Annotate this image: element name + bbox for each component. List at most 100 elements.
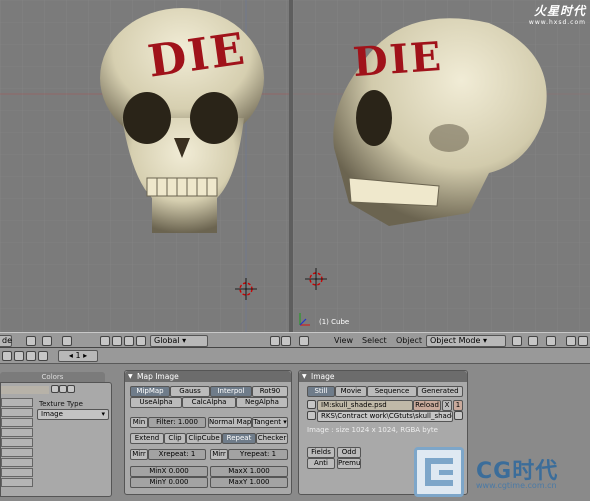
shading-icon[interactable] — [26, 336, 36, 346]
3d-view-header: de Global ▾ View Select Object Object Mo… — [0, 332, 590, 348]
fields-button[interactable]: Fields — [307, 447, 335, 458]
mirror-x-button[interactable]: Mirr — [130, 449, 148, 460]
hand-icon[interactable] — [566, 336, 576, 346]
window-type-icon[interactable] — [299, 336, 309, 346]
orientation-label: Global — [154, 336, 180, 345]
channel-slot[interactable] — [1, 448, 33, 457]
odd-button[interactable]: Odd — [337, 447, 361, 458]
script-icon[interactable] — [26, 351, 36, 361]
watermark-top: 火星时代 www.hxsd.com — [529, 2, 586, 26]
checker-button[interactable]: Checker — [256, 433, 288, 444]
channel-slot[interactable] — [1, 438, 33, 447]
mode-select[interactable]: Object Mode ▾ — [426, 335, 506, 347]
maxy-field[interactable]: MaxY 1.000 — [210, 477, 288, 488]
3d-cursor-icon[interactable] — [235, 278, 257, 300]
frame-field[interactable]: ◂ 1 ▸ — [58, 350, 98, 362]
menu-object[interactable]: Object — [396, 335, 422, 347]
browse-image-icon[interactable] — [307, 400, 316, 409]
viewport-right[interactable]: DIE (1) Cube 火星时代 www.hxsd.com — [293, 0, 590, 332]
lock-icon[interactable] — [270, 336, 280, 346]
reload-button[interactable]: Reload — [413, 400, 441, 411]
mirror-y-button[interactable]: Mirr — [210, 449, 228, 460]
panel-title[interactable]: Map Image — [125, 371, 291, 382]
watermark-url: www.cgtime.com.cn — [476, 481, 557, 490]
translate-icon[interactable] — [578, 336, 588, 346]
yrepeat-field[interactable]: Yrepeat: 1 — [228, 449, 288, 460]
file-browse-icon[interactable] — [307, 411, 316, 420]
image-info-text: Image : size 1024 x 1024, RGBA byte — [307, 426, 438, 434]
watermark-url: www.hxsd.com — [528, 19, 586, 26]
channel-slot[interactable] — [1, 468, 33, 477]
image-name-field[interactable]: IM:skull_shade.psd — [317, 400, 413, 411]
3d-cursor-icon[interactable] — [305, 268, 327, 290]
pivot-icon[interactable] — [42, 336, 52, 346]
menu-select[interactable]: Select — [362, 335, 387, 347]
channel-slot[interactable] — [1, 458, 33, 467]
translate-icon[interactable] — [112, 336, 122, 346]
channel-slot[interactable] — [1, 418, 33, 427]
repeat-button[interactable]: Repeat — [222, 433, 256, 444]
texture-type-select[interactable]: Image ▾ — [37, 409, 109, 420]
fake-user-icon[interactable] — [67, 385, 75, 393]
mode-select-left[interactable]: de — [0, 335, 12, 347]
filter-field[interactable]: Filter: 1.000 — [148, 417, 206, 428]
watermark-bottom: CG时代 www.cgtime.com.cn — [414, 447, 590, 501]
pivot-icon[interactable] — [528, 336, 538, 346]
clipcube-button[interactable]: ClipCube — [186, 433, 222, 444]
extend-button[interactable]: Extend — [130, 433, 164, 444]
channel-slot[interactable] — [1, 398, 33, 407]
minx-field[interactable]: MinX 0.000 — [130, 466, 208, 477]
usealpha-button[interactable]: UseAlpha — [130, 397, 182, 408]
shading-context-icon[interactable] — [38, 351, 48, 361]
user-icon[interactable] — [59, 385, 67, 393]
rotate-icon[interactable] — [124, 336, 134, 346]
gauss-button[interactable]: Gauss — [170, 386, 210, 397]
close-icon[interactable] — [51, 385, 59, 393]
generated-button[interactable]: Generated — [417, 386, 463, 397]
cgtime-logo-icon — [414, 447, 464, 497]
negalpha-button[interactable]: NegAlpha — [236, 397, 288, 408]
interpol-button[interactable]: Interpol — [210, 386, 252, 397]
magnet-icon[interactable] — [546, 336, 556, 346]
camera-icon[interactable] — [281, 336, 291, 346]
premul-button[interactable]: Premul — [337, 458, 361, 469]
channel-slot[interactable] — [1, 408, 33, 417]
scale-icon[interactable] — [136, 336, 146, 346]
movie-button[interactable]: Movie — [335, 386, 367, 397]
texture-name-field[interactable] — [1, 386, 49, 394]
magnet-icon[interactable] — [62, 336, 72, 346]
min-button[interactable]: Min — [130, 417, 148, 428]
maxx-field[interactable]: MaxX 1.000 — [210, 466, 288, 477]
viewport-left[interactable]: DIE — [0, 0, 289, 332]
mipmap-button[interactable]: MipMap — [130, 386, 170, 397]
shading-icon[interactable] — [512, 336, 522, 346]
clip-button[interactable]: Clip — [164, 433, 186, 444]
sequence-button[interactable]: Sequence — [367, 386, 417, 397]
blood-text-side: DIE — [351, 32, 445, 87]
buttons-header: ◂ 1 ▸ — [0, 348, 590, 364]
calcalpha-button[interactable]: CalcAlpha — [182, 397, 236, 408]
anti-button[interactable]: Anti — [307, 458, 335, 469]
panel-title[interactable]: Image — [299, 371, 467, 382]
channel-slot[interactable] — [1, 478, 33, 487]
unlink-image-button[interactable]: X — [442, 400, 452, 411]
normal-space-value: Tangent — [253, 418, 282, 426]
window-type-icon[interactable] — [2, 351, 12, 361]
normal-space-select[interactable]: Tangent ▾ — [252, 417, 288, 428]
rot90-button[interactable]: Rot90 — [252, 386, 288, 397]
still-button[interactable]: Still — [307, 386, 335, 397]
mode-label: Object Mode — [430, 336, 481, 345]
miny-field[interactable]: MinY 0.000 — [130, 477, 208, 488]
axis-gizmo-icon — [299, 313, 310, 326]
image-users-field[interactable]: 1 — [453, 400, 463, 411]
logic-icon[interactable] — [14, 351, 24, 361]
orientation-select[interactable]: Global ▾ — [150, 335, 208, 347]
channel-slot[interactable] — [1, 428, 33, 437]
pack-icon[interactable] — [454, 411, 463, 420]
xrepeat-field[interactable]: Xrepeat: 1 — [148, 449, 206, 460]
menu-view[interactable]: View — [334, 335, 353, 347]
image-path-field[interactable]: RKS\Contract work\CGtuts\skull_shade.psd — [317, 411, 453, 422]
normal-map-button[interactable]: Normal Map — [208, 417, 252, 428]
colors-tab[interactable]: Colors — [0, 372, 105, 382]
hand-icon[interactable] — [100, 336, 110, 346]
